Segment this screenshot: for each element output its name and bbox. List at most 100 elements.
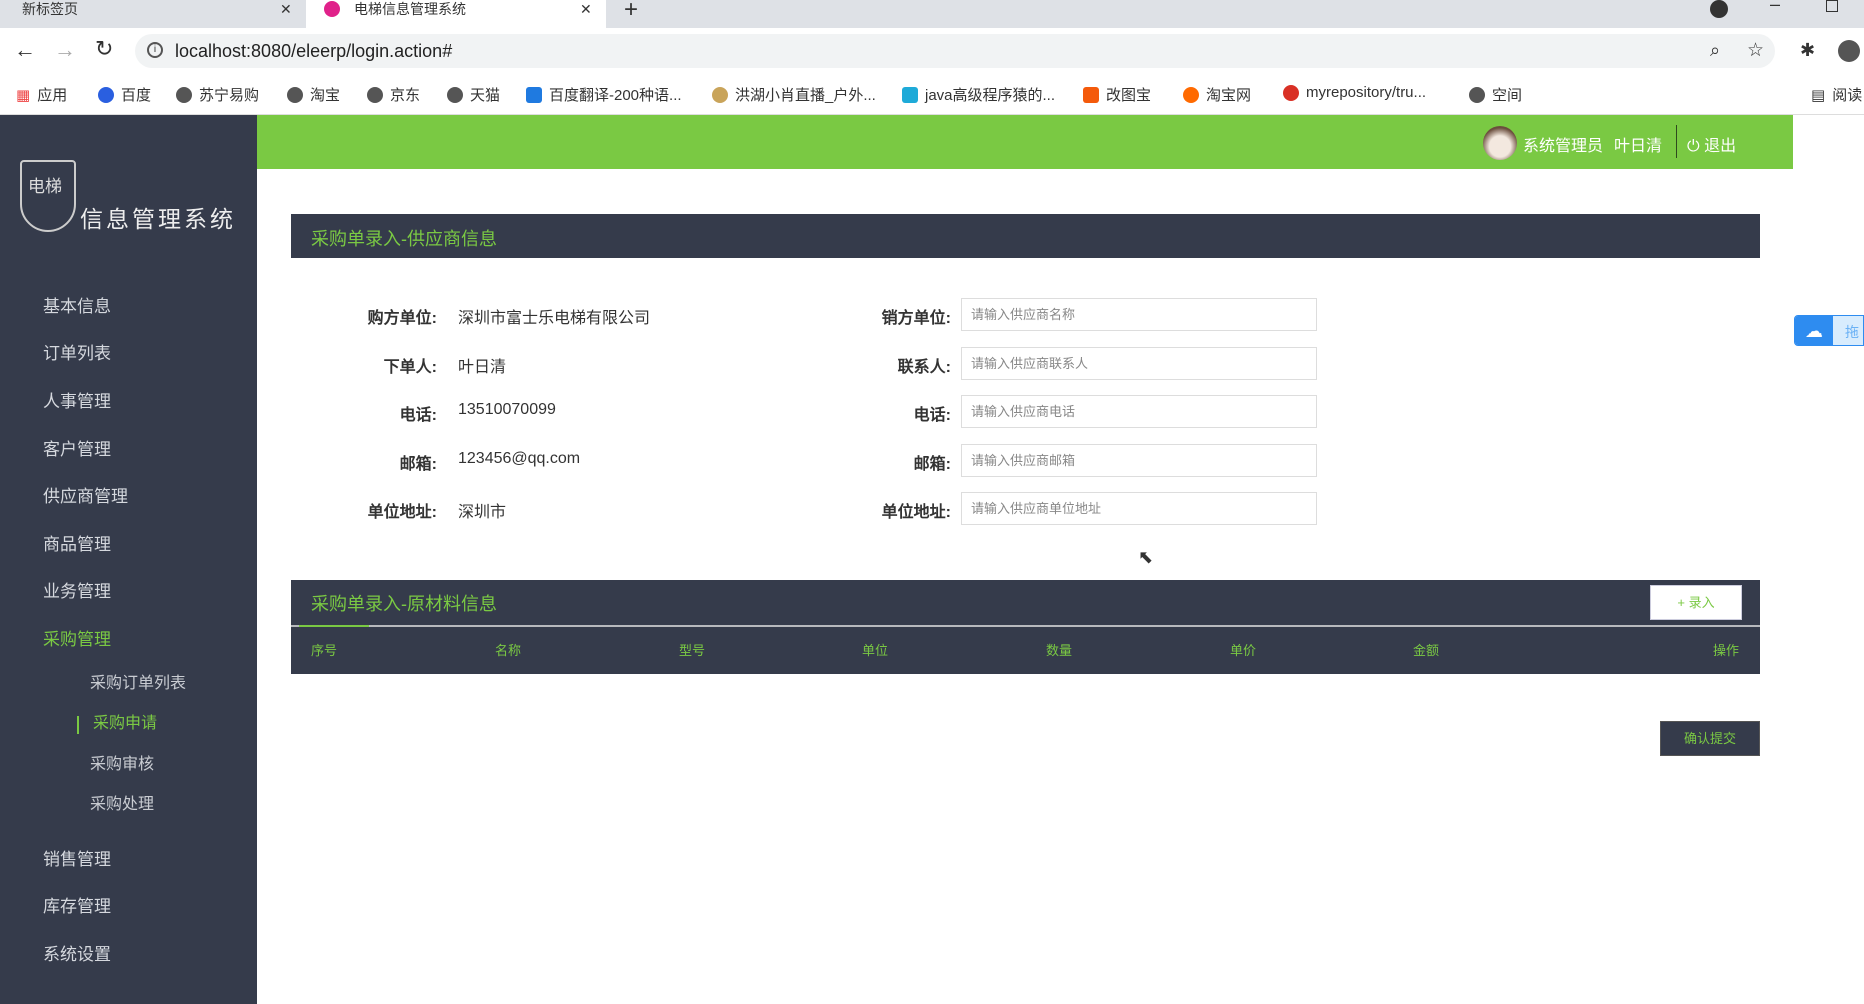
bookmark-apps[interactable]: ▦ 应用 <box>16 84 67 105</box>
bookmark[interactable]: 改图宝 <box>1083 84 1151 105</box>
column-header: 金额 <box>1413 643 1440 658</box>
column-header: 型号 <box>679 643 706 658</box>
image-tool-icon <box>1083 86 1099 103</box>
sidebar-item-sales[interactable]: 销售管理 <box>43 850 111 870</box>
confirm-submit-button[interactable]: 确认提交 <box>1660 721 1760 756</box>
column-header: 操作 <box>1713 643 1740 658</box>
minimize-icon[interactable]: – <box>1770 0 1780 15</box>
bookmark[interactable]: 苏宁易购 <box>176 84 259 105</box>
avatar[interactable] <box>1483 126 1517 160</box>
logout-label: 退出 <box>1704 138 1737 155</box>
globe-icon <box>447 86 463 103</box>
bookmark[interactable]: 洪湖小肖直播_户外... <box>712 84 876 105</box>
zoom-icon[interactable]: ⌕ <box>1710 40 1720 61</box>
sidebar-item-hr[interactable]: 人事管理 <box>43 392 111 412</box>
buyer-company-value: 深圳市富士乐电梯有限公司 <box>458 310 651 327</box>
bookmark[interactable]: 京东 <box>367 84 420 105</box>
contact-input[interactable]: 请输入供应商联系人 <box>961 347 1317 380</box>
sidebar-item-settings[interactable]: 系统设置 <box>43 945 111 965</box>
forward-icon[interactable]: → <box>54 37 76 63</box>
back-icon[interactable]: ← <box>14 37 36 63</box>
reload-icon[interactable]: ↻ <box>95 36 113 62</box>
bookmark-label: 阅读 <box>1832 87 1863 104</box>
logo-badge: 电梯 <box>28 177 62 197</box>
active-indicator <box>77 716 79 734</box>
sidebar-sub-purchase-apply[interactable]: 采购申请 <box>93 714 157 734</box>
input-placeholder: 请输入供应商联系人 <box>971 356 1089 371</box>
bookmark-label: 天猫 <box>470 87 501 104</box>
bookmark[interactable]: 百度翻译-200种语... <box>526 84 682 105</box>
extensions-icon[interactable]: ✱ <box>1800 40 1815 61</box>
logout-button[interactable]: ⏻ 退出 <box>1687 132 1736 156</box>
sidebar-item-business[interactable]: 业务管理 <box>43 582 111 602</box>
new-tab-icon[interactable]: + <box>624 0 638 24</box>
info-icon[interactable]: i <box>147 42 163 58</box>
url-text[interactable]: localhost:8080/eleerp/login.action# <box>175 41 452 62</box>
panel-title: 采购单录入-供应商信息 <box>311 229 497 249</box>
field-label: 邮箱: <box>399 456 437 473</box>
field-label: 单位地址: <box>881 504 951 521</box>
bookmark[interactable]: 淘宝 <box>287 84 340 105</box>
bookmark-label: 洪湖小肖直播_户外... <box>735 87 876 104</box>
user-name[interactable]: 叶日清 <box>1614 132 1662 156</box>
plus-icon: + <box>1677 595 1685 610</box>
bilibili-icon <box>902 86 918 103</box>
sidebar-item-customers[interactable]: 客户管理 <box>43 440 111 460</box>
bookmark[interactable]: 百度 <box>98 84 151 105</box>
star-icon[interactable]: ☆ <box>1747 39 1764 62</box>
bird-icon <box>712 86 728 103</box>
top-header: 系统管理员 叶日清 ⏻ 退出 <box>257 115 1793 169</box>
sidebar-item-purchase[interactable]: 采购管理 <box>43 630 111 650</box>
supplier-email-input[interactable]: 请输入供应商邮箱 <box>961 444 1317 477</box>
bookmark[interactable]: 淘宝网 <box>1183 84 1251 105</box>
sidebar-item-basic-info[interactable]: 基本信息 <box>43 297 111 317</box>
orderer-value: 叶日清 <box>458 359 507 376</box>
field-label: 电话: <box>399 407 437 424</box>
restore-icon[interactable] <box>1826 0 1838 12</box>
cloud-widget[interactable]: ☁ 拖 <box>1794 315 1864 346</box>
bookmark[interactable]: java高级程序猿的... <box>902 84 1055 105</box>
bookmark-label: 百度 <box>121 87 152 104</box>
supplier-phone-input[interactable]: 请输入供应商电话 <box>961 395 1317 428</box>
power-icon: ⏻ <box>1687 138 1700 155</box>
bookmark-label: myrepository/tru... <box>1306 84 1427 101</box>
materials-panel: 采购单录入-原材料信息 + 录入 <box>291 580 1760 674</box>
field-label: 销方单位: <box>881 310 951 327</box>
sidebar: 电梯 信息管理系统 <box>0 115 257 1004</box>
field-label: 邮箱: <box>913 456 951 473</box>
close-icon[interactable]: ✕ <box>580 0 592 18</box>
profile-menu-icon[interactable] <box>1710 0 1728 18</box>
field-label: 购方单位: <box>367 310 437 327</box>
title-underline <box>299 625 369 627</box>
sidebar-sub-purchase-review[interactable]: 采购审核 <box>90 755 154 775</box>
sidebar-sub-purchase-list[interactable]: 采购订单列表 <box>90 674 186 694</box>
close-icon[interactable]: ✕ <box>280 0 292 18</box>
taobao-icon <box>1183 86 1199 103</box>
tab-active[interactable]: 电梯信息管理系统 ✕ <box>306 0 606 28</box>
browser-tab-bar: 新标签页 ✕ 电梯信息管理系统 ✕ + – <box>0 0 1864 28</box>
bookmark[interactable]: 天猫 <box>447 84 500 105</box>
add-material-button[interactable]: + 录入 <box>1650 585 1742 620</box>
seller-company-input[interactable]: 请输入供应商名称 <box>961 298 1317 331</box>
bookmark-label: 应用 <box>37 87 68 104</box>
bookmark-label: 苏宁易购 <box>199 87 260 104</box>
tab-label: 新标签页 <box>22 1 78 17</box>
address-value: 深圳市 <box>458 504 507 521</box>
globe-icon <box>367 86 383 103</box>
account-icon[interactable] <box>1838 40 1860 62</box>
bookmark[interactable]: myrepository/tru... <box>1283 84 1426 101</box>
column-header: 名称 <box>495 643 522 658</box>
reading-list[interactable]: ▤ 阅读 <box>1811 84 1862 105</box>
sidebar-item-orders[interactable]: 订单列表 <box>43 344 111 364</box>
tab-new[interactable]: 新标签页 ✕ <box>0 0 300 28</box>
sidebar-item-inventory[interactable]: 库存管理 <box>43 897 111 917</box>
sidebar-item-products[interactable]: 商品管理 <box>43 535 111 555</box>
url-bar[interactable]: i localhost:8080/eleerp/login.action# ⌕ … <box>135 34 1775 68</box>
supplier-address-input[interactable]: 请输入供应商单位地址 <box>961 492 1317 525</box>
column-header: 单价 <box>1230 643 1257 658</box>
bookmark-label: 改图宝 <box>1106 87 1152 104</box>
bookmark-label: 淘宝 <box>310 87 341 104</box>
sidebar-item-suppliers[interactable]: 供应商管理 <box>43 487 128 507</box>
bookmark[interactable]: 空间 <box>1469 84 1522 105</box>
sidebar-sub-purchase-process[interactable]: 采购处理 <box>90 795 154 815</box>
